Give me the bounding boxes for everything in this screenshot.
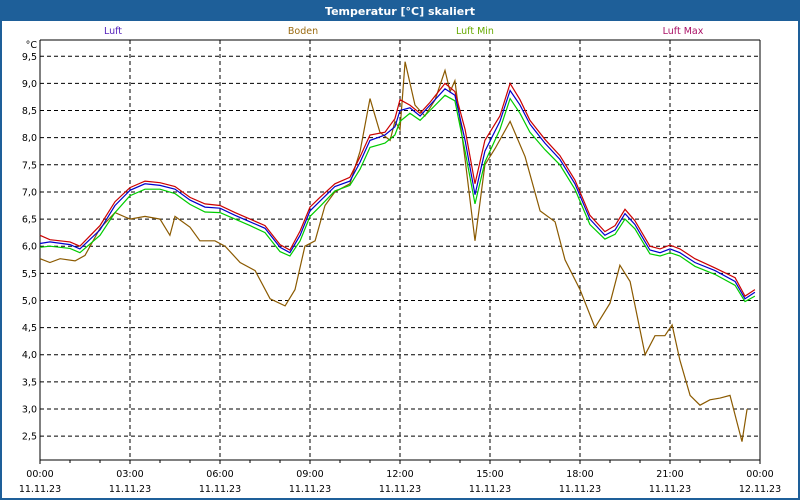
- y-tick-label: 9,5: [22, 52, 37, 63]
- x-tick-time: 00:00: [26, 469, 53, 480]
- x-tick-date: 11.11.23: [19, 484, 61, 495]
- y-tick-label: 3,5: [22, 377, 37, 388]
- y-tick-label: 4,5: [22, 323, 37, 334]
- x-tick-time: 18:00: [566, 469, 593, 480]
- x-tick-time: 15:00: [476, 469, 503, 480]
- legend-luft: Luft: [104, 26, 122, 37]
- x-tick-date: 11.11.23: [109, 484, 151, 495]
- y-tick-label: 8,0: [22, 133, 37, 144]
- legend-luft-max: Luft Max: [663, 26, 704, 37]
- y-tick-label: 6,0: [22, 242, 37, 253]
- y-axis-unit: °C: [26, 40, 38, 51]
- x-tick-date: 11.11.23: [379, 484, 421, 495]
- x-tick-time: 00:00: [746, 469, 773, 480]
- series-line-luft: [39, 88, 756, 300]
- y-tick-label: 2,5: [22, 432, 37, 443]
- y-tick-label: 3,0: [22, 404, 37, 415]
- y-tick-label: 4,0: [22, 350, 37, 361]
- legend-boden: Boden: [288, 26, 318, 37]
- x-tick-date: 11.11.23: [559, 484, 601, 495]
- y-tick-label: 8,5: [22, 106, 37, 117]
- series-line-boden: [39, 61, 748, 442]
- x-tick-time: 06:00: [206, 469, 233, 480]
- x-tick-date: 11.11.23: [649, 484, 691, 495]
- x-tick-time: 09:00: [296, 469, 323, 480]
- x-tick-date: 12.11.23: [739, 484, 781, 495]
- y-tick-label: 5,5: [22, 269, 37, 280]
- y-tick-label: 7,0: [22, 187, 37, 198]
- x-tick-date: 11.11.23: [289, 484, 331, 495]
- x-tick-time: 03:00: [116, 469, 143, 480]
- y-tick-label: 5,0: [22, 296, 37, 307]
- y-tick-label: 6,5: [22, 215, 37, 226]
- x-tick-date: 11.11.23: [469, 484, 511, 495]
- x-tick-date: 11.11.23: [199, 484, 241, 495]
- y-tick-label: 9,0: [22, 79, 37, 90]
- y-tick-label: 7,5: [22, 160, 37, 171]
- x-tick-time: 12:00: [386, 469, 413, 480]
- legend-luft-min: Luft Min: [456, 26, 494, 37]
- x-tick-time: 21:00: [656, 469, 683, 480]
- temperature-chart: 2,5 3,0 3,5 4,0 4,5 5,0 5,5 6,0 6,5 7,0 7,5 8,0 8,5 9…: [19, 26, 781, 495]
